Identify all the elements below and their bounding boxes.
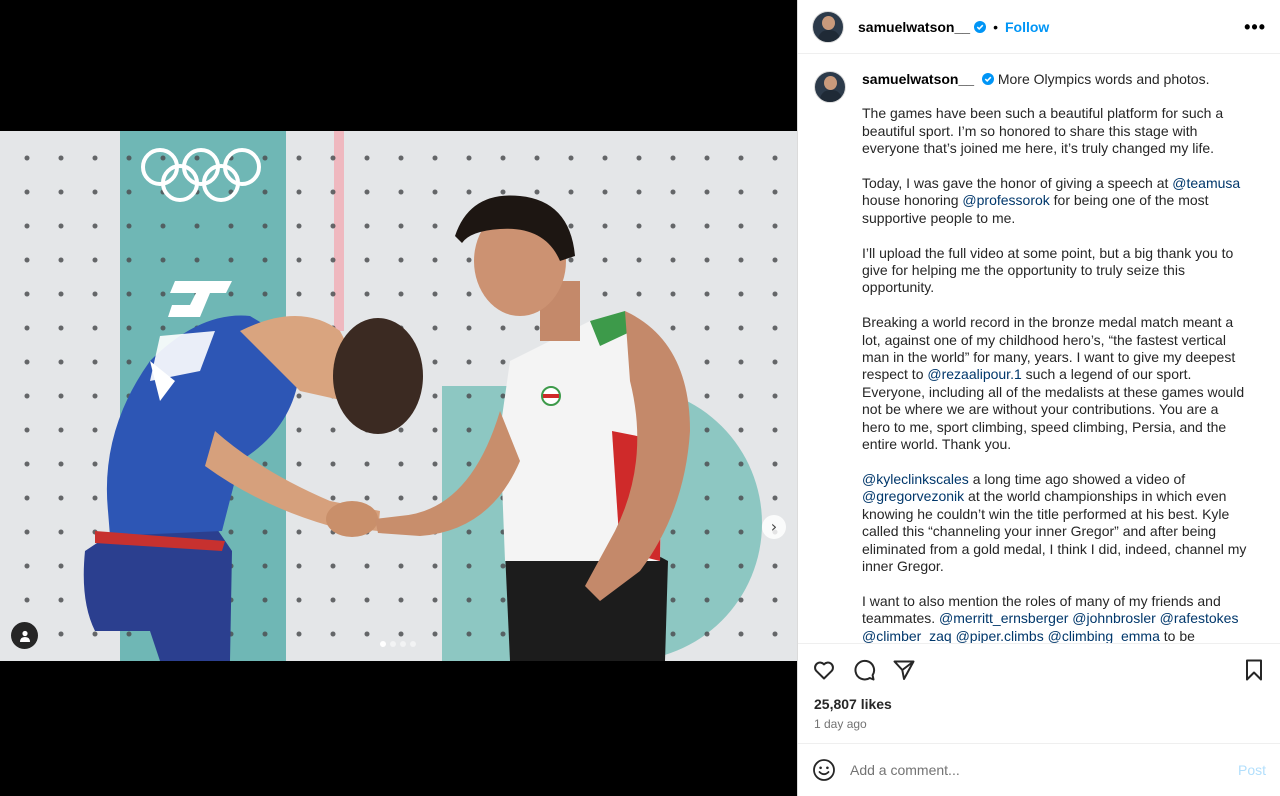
username-link[interactable]: samuelwatson__ [858,19,970,35]
carousel-next-button[interactable]: › [762,515,786,539]
verified-badge-icon [981,73,994,85]
emoji-icon[interactable] [812,758,836,782]
mention-link[interactable]: @johnbrosler [1072,610,1155,626]
caption-paragraph: Today, I was gave the honor of giving a … [862,175,1250,227]
carousel-indicator [380,641,416,647]
post-photo[interactable]: › [0,131,797,661]
caption-paragraph: The games have been such a beautiful pla… [862,105,1224,157]
caption-first-line: More Olympics words and photos. [997,71,1210,87]
carousel-dot [380,641,386,647]
comment-input[interactable]: Add a comment... [850,762,1238,778]
caption-paragraph: I want to also mention the roles of many… [862,593,1250,643]
post-timestamp[interactable]: 1 day ago [814,717,867,731]
caption-paragraph: @kyleclinkscales a long time ago showed … [862,471,1250,575]
caption-paragraph: I’ll upload the full video at some point… [862,244,1234,296]
avatar[interactable] [814,71,846,103]
share-icon[interactable] [892,658,916,682]
separator-dot: • [993,18,998,35]
caption-text: samuelwatson__ More Olympics words and p… [862,71,1250,643]
mention-link[interactable]: @climbing_emma [1048,628,1160,643]
mention-link[interactable]: @piper.climbs [956,628,1044,643]
verified-badge-icon [974,20,987,33]
post-header: samuelwatson__ • Follow ••• [798,0,1280,54]
caption-paragraph: Breaking a world record in the bronze me… [862,314,1250,453]
action-bar [798,643,1280,695]
media-viewer: › [0,0,797,796]
carousel-dot [400,641,406,647]
avatar[interactable] [812,10,844,43]
bookmark-icon[interactable] [1242,658,1266,682]
follow-button[interactable]: Follow [1005,19,1049,35]
mention-link[interactable]: @rafestokes [1160,610,1239,626]
post-details-panel: samuelwatson__ • Follow ••• samuelwatson… [797,0,1280,796]
mention-link[interactable]: @climber_zaq [862,628,952,643]
more-options-icon[interactable]: ••• [1244,18,1266,36]
wall-logo-mark [168,281,232,317]
caption-row: samuelwatson__ More Olympics words and p… [814,71,1264,643]
mention-link[interactable]: @kyleclinkscales [862,471,969,487]
heart-icon[interactable] [812,658,836,682]
carousel-dot [410,641,416,647]
caption-area: samuelwatson__ More Olympics words and p… [798,55,1280,643]
comment-icon[interactable] [852,658,876,682]
caption-text-run: house honoring [862,192,963,209]
post-comment-button[interactable]: Post [1238,762,1266,778]
mention-link[interactable]: @professorok [962,192,1049,208]
olympic-rings-icon [141,148,261,202]
athlete-left [83,315,423,661]
handshake [326,501,378,537]
photo-figures [83,148,690,661]
likes-count[interactable]: 25,807 likes [814,696,892,712]
caption-text-run: Today, I was gave the honor of giving a … [862,175,1173,192]
mention-link[interactable]: @gregorvezonik [862,488,964,504]
caption-text-run: a long time ago showed a video of [968,470,1186,487]
mention-link[interactable]: @teamusa [1172,175,1240,191]
mention-link[interactable]: @merritt_ernsberger [939,610,1068,626]
carousel-dot [390,641,396,647]
user-tag-icon[interactable] [11,622,38,649]
mention-link[interactable]: @rezaalipour.1 [927,366,1021,382]
athlete-right [375,195,690,661]
comment-composer: Add a comment... Post [798,743,1280,796]
caption-username-link[interactable]: samuelwatson__ [862,71,974,87]
